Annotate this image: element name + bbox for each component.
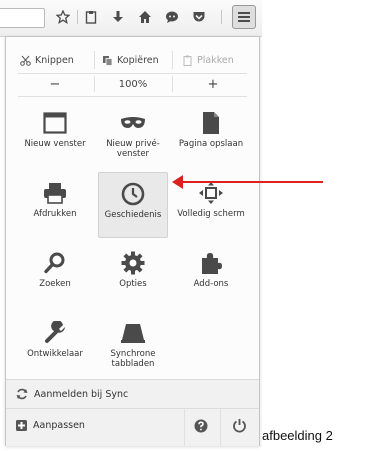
copy-label: Kopiëren xyxy=(117,54,159,66)
new-window-icon xyxy=(41,110,69,136)
printer-icon xyxy=(41,180,69,206)
divider xyxy=(94,76,95,92)
browser-toolbar xyxy=(0,0,262,37)
edit-controls: Knippen Kopiëren Plakken xyxy=(6,49,259,71)
find-button[interactable]: Zoeken xyxy=(20,242,90,308)
url-bar[interactable] xyxy=(0,8,45,28)
zoom-in-button[interactable]: + xyxy=(178,73,248,95)
synced-tabs-icon xyxy=(119,320,147,346)
zoom-controls: − 100% + xyxy=(6,73,259,95)
paste-icon xyxy=(183,55,192,66)
zoom-reset-button[interactable]: 100% xyxy=(98,73,168,95)
synced-tabs-label: Synchrone tabbladen xyxy=(110,349,156,369)
synced-tabs-button[interactable]: Synchrone tabbladen xyxy=(98,312,168,378)
addons-label: Add-ons xyxy=(193,279,229,289)
divider xyxy=(184,409,185,446)
download-icon[interactable] xyxy=(107,6,129,28)
divider xyxy=(172,51,173,69)
clipboard-icon[interactable] xyxy=(80,6,102,28)
pocket-icon[interactable] xyxy=(188,6,210,28)
puzzle-icon xyxy=(197,250,225,276)
save-page-label: Pagina opslaan xyxy=(178,139,244,149)
panel-footer: Aanpassen xyxy=(6,408,259,446)
zoom-out-button[interactable]: − xyxy=(20,73,90,95)
print-button[interactable]: Afdrukken xyxy=(20,172,90,238)
star-icon[interactable] xyxy=(52,6,74,28)
private-mask-icon xyxy=(119,110,147,136)
new-window-label: Nieuw venster xyxy=(24,139,86,149)
divider xyxy=(172,76,173,92)
sync-icon xyxy=(16,388,28,400)
history-clock-icon xyxy=(119,181,147,207)
customize-button[interactable]: Aanpassen xyxy=(16,420,85,431)
fullscreen-label: Volledig scherm xyxy=(177,209,245,219)
menu-panel: Knippen Kopiëren Plakken − 100% + Nieuw … xyxy=(5,36,260,446)
paste-button[interactable]: Plakken xyxy=(182,49,234,71)
print-label: Afdrukken xyxy=(33,209,77,219)
divider xyxy=(18,96,247,97)
divider xyxy=(220,409,221,446)
copy-icon xyxy=(103,55,113,66)
home-icon[interactable] xyxy=(134,6,156,28)
history-button[interactable]: Geschiedenis xyxy=(98,172,168,238)
help-icon[interactable] xyxy=(194,419,208,433)
new-window-button[interactable]: Nieuw venster xyxy=(20,102,90,168)
find-label: Zoeken xyxy=(39,279,71,289)
customize-plus-icon xyxy=(16,420,27,431)
toolbar-separator xyxy=(221,10,222,24)
hamburger-menu-icon[interactable] xyxy=(232,5,256,29)
paste-label: Plakken xyxy=(197,54,234,66)
copy-button[interactable]: Kopiëren xyxy=(102,49,159,71)
image-caption: afbeelding 2 xyxy=(262,428,333,443)
annotation-arrow-head-icon xyxy=(172,175,183,189)
fullscreen-icon xyxy=(197,180,225,206)
gear-icon xyxy=(119,250,147,276)
cut-button[interactable]: Knippen xyxy=(20,49,74,71)
cut-label: Knippen xyxy=(35,54,74,66)
history-label: Geschiedenis xyxy=(104,210,162,220)
new-private-window-button[interactable]: Nieuw privé-venster xyxy=(98,102,168,168)
customize-label: Aanpassen xyxy=(33,420,85,431)
chat-icon[interactable] xyxy=(161,6,183,28)
new-private-window-label: Nieuw privé-venster xyxy=(106,139,160,159)
addons-button[interactable]: Add-ons xyxy=(176,242,246,308)
annotation-arrow-line xyxy=(180,181,323,183)
sync-label: Aanmelden bij Sync xyxy=(34,388,129,400)
developer-label: Ontwikkelaar xyxy=(27,349,83,359)
developer-button[interactable]: Ontwikkelaar xyxy=(20,312,90,378)
save-page-icon xyxy=(197,110,225,136)
scissors-icon xyxy=(20,55,31,66)
toolbar-separator xyxy=(77,10,78,24)
save-page-button[interactable]: Pagina opslaan xyxy=(176,102,246,168)
wrench-icon xyxy=(41,320,69,346)
power-quit-icon[interactable] xyxy=(232,418,247,433)
options-button[interactable]: Opties xyxy=(98,242,168,308)
divider xyxy=(94,51,95,69)
sync-signin-button[interactable]: Aanmelden bij Sync xyxy=(6,379,259,408)
options-label: Opties xyxy=(119,279,147,289)
search-icon xyxy=(41,250,69,276)
